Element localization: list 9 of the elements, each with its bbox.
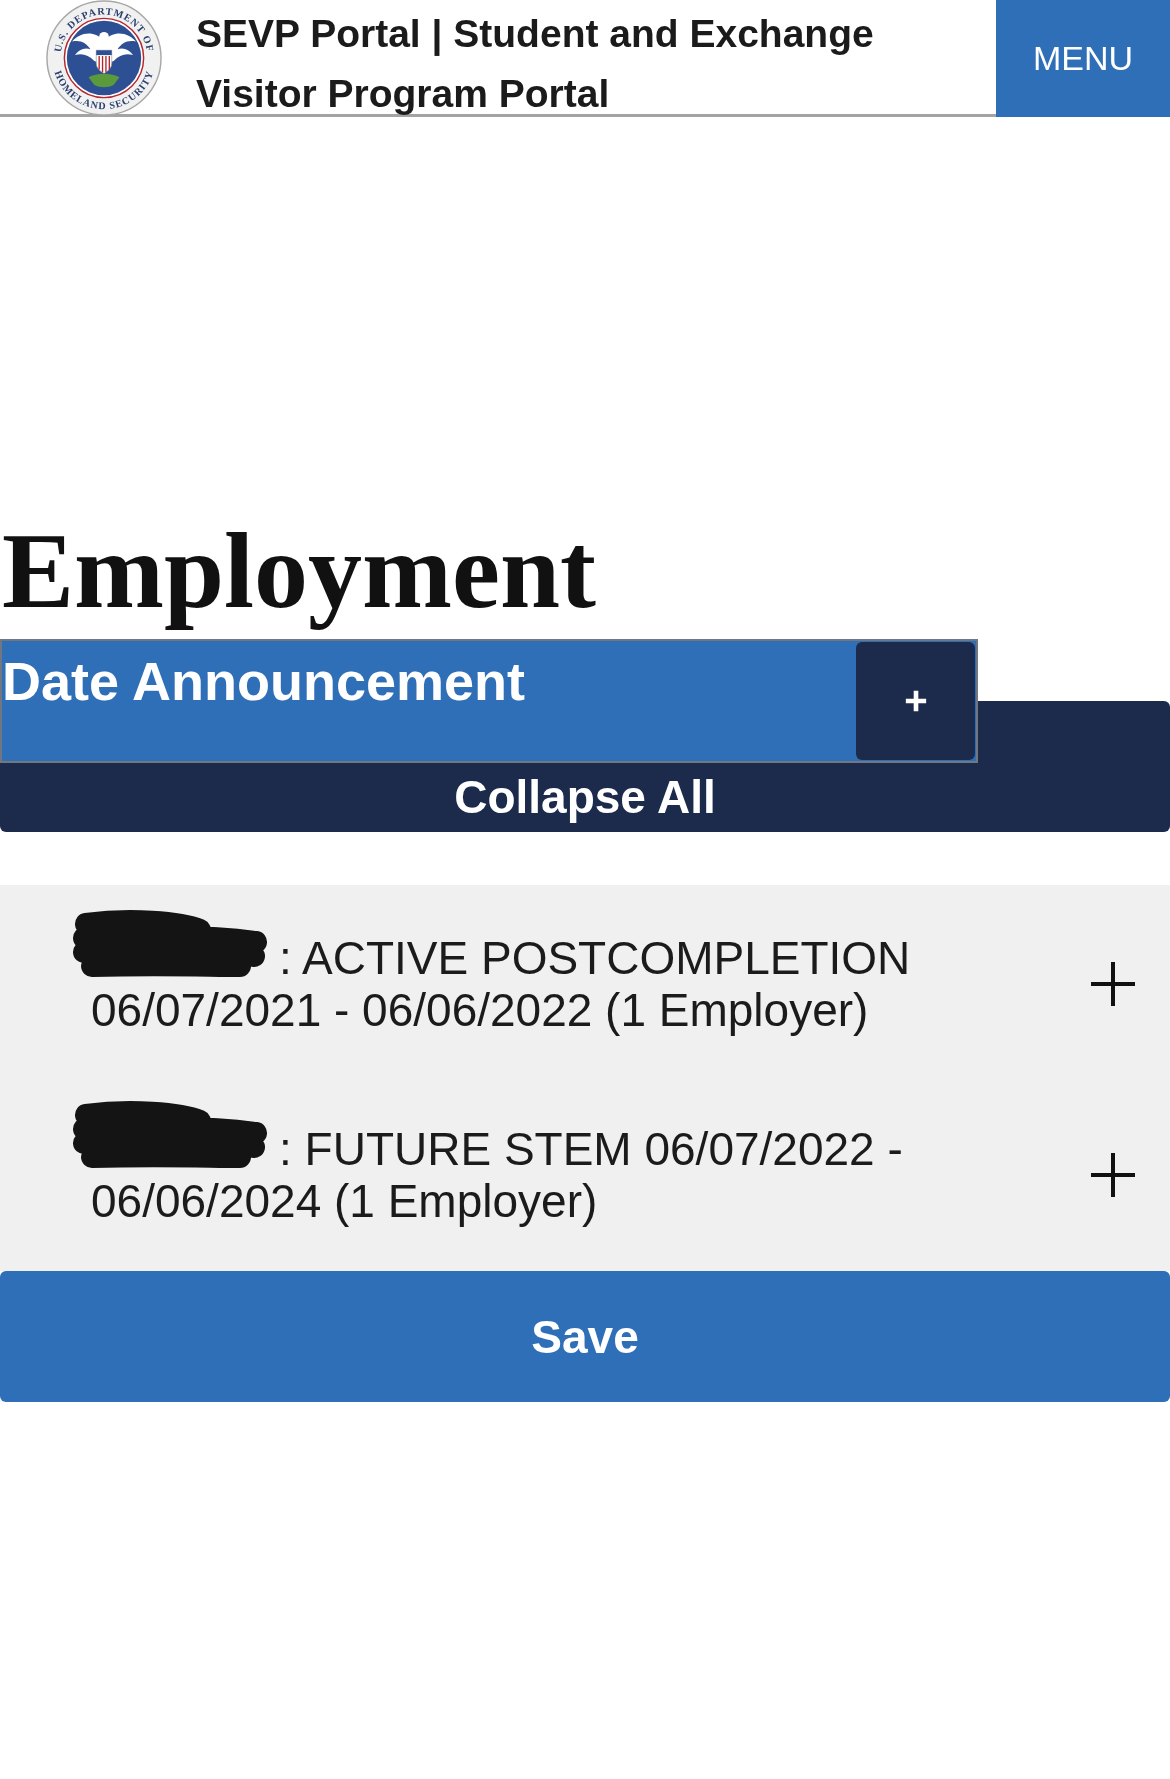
page-title: Employment: [1, 511, 597, 631]
save-button[interactable]: Save: [0, 1271, 1170, 1402]
site-title: SEVP Portal | Student and Exchange Visitor Program Portal: [196, 11, 875, 117]
record-title: : ACTIVE POSTCOMPLETION 06/07/2021 - 06/06/2022 (1 Employer): [91, 932, 912, 1036]
record-title: : FUTURE STEM 06/07/2022 - 06/06/2024 (1 Employer): [91, 1123, 904, 1227]
plus-icon[interactable]: [1091, 1153, 1135, 1197]
plus-icon[interactable]: [1091, 962, 1135, 1006]
menu-button[interactable]: MENU: [996, 0, 1170, 117]
announcement-toast[interactable]: Date Announcement: [0, 639, 978, 763]
